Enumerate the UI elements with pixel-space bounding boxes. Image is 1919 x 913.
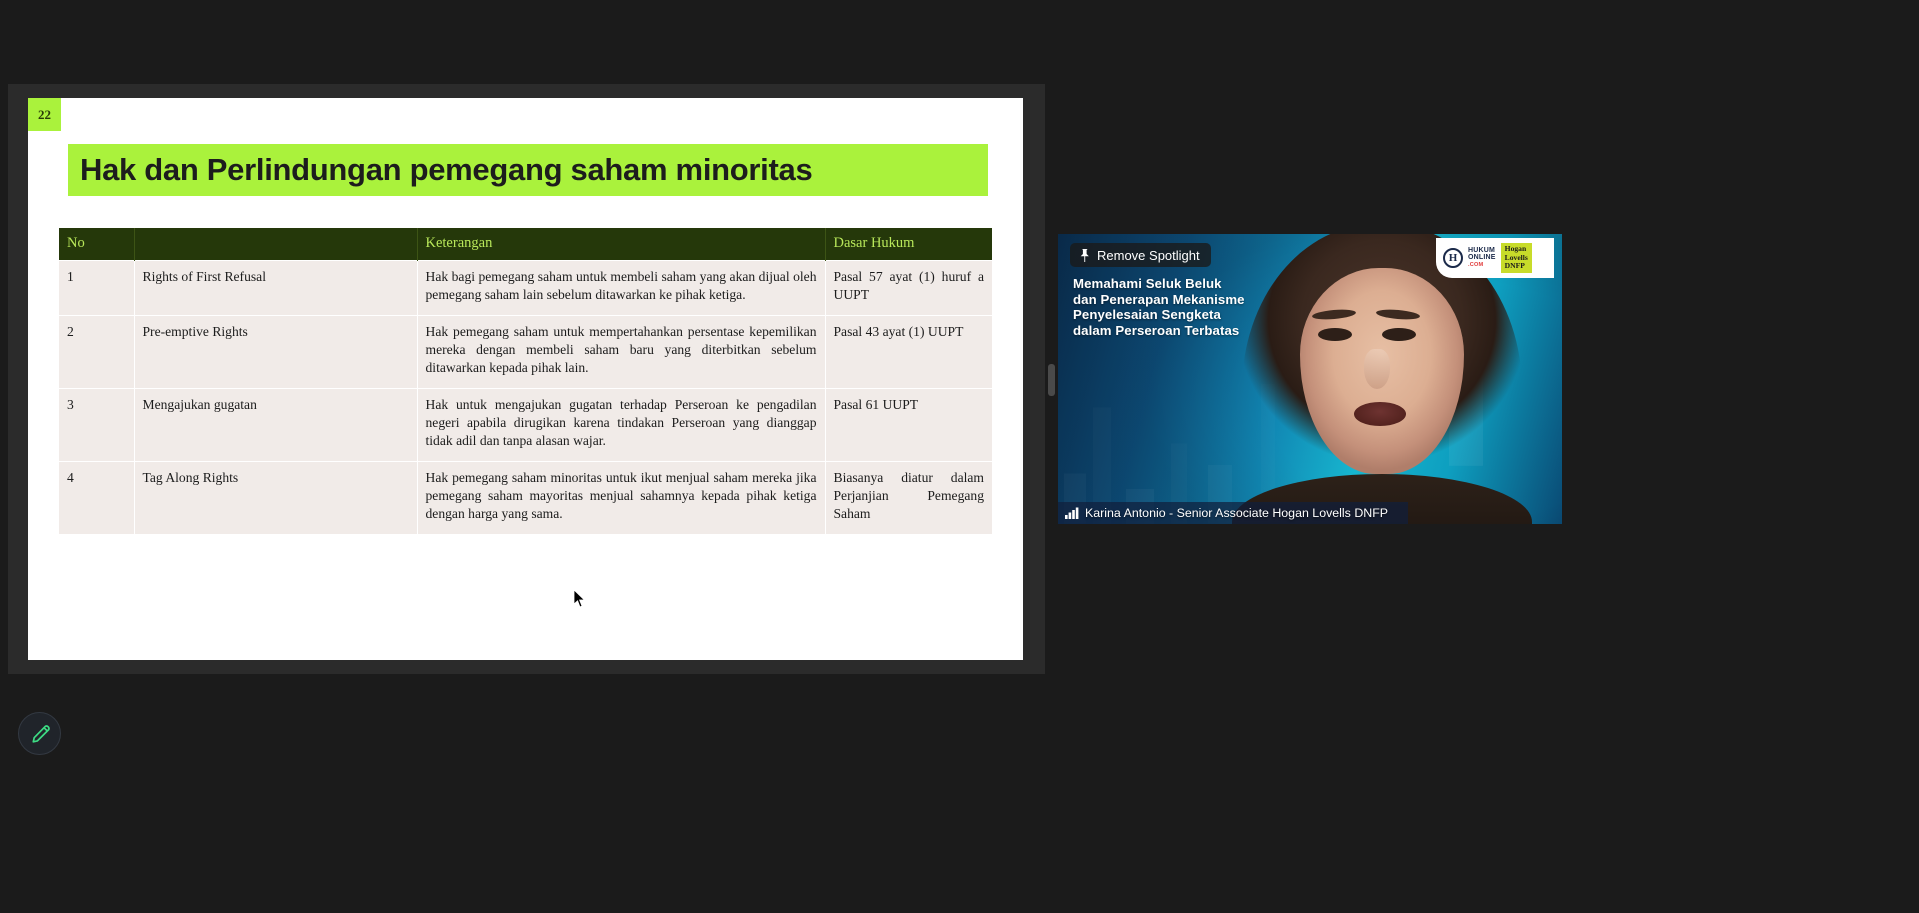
table-header: No Keterangan Dasar Hukum — [59, 228, 992, 261]
portrait-eye-right — [1382, 328, 1416, 341]
cell-keterangan: Hak pemegang saham untuk mempertahankan … — [417, 314, 826, 389]
rights-table: No Keterangan Dasar Hukum 1 Rights of Fi… — [59, 228, 992, 535]
cell-keterangan: Hak pemegang saham minoritas untuk ikut … — [417, 460, 826, 535]
headline-line-2: dan Penerapan Mekanisme — [1073, 291, 1245, 307]
cell-no: 4 — [59, 460, 135, 535]
participant-name-bar: Karina Antonio - Senior Associate Hogan … — [1058, 502, 1562, 524]
hogan-lovells-logo: Hogan Lovells DNFP — [1500, 243, 1532, 273]
hukumonline-line2: ONLINE — [1468, 254, 1496, 262]
column-header-term — [134, 228, 418, 261]
pin-icon — [1080, 248, 1089, 262]
slide-title-band: Hak dan Perlindungan pemegang saham mino… — [68, 144, 988, 196]
screen-share-stage: 22 Hak dan Perlindungan pemegang saham m… — [8, 84, 1045, 674]
annotate-button[interactable] — [18, 712, 61, 755]
table-row: 3 Mengajukan gugatan Hak untuk mengajuka… — [59, 387, 992, 462]
cell-no: 3 — [59, 387, 135, 462]
slide-table-wrapper: No Keterangan Dasar Hukum 1 Rights of Fi… — [59, 228, 992, 535]
mouse-cursor-icon — [574, 590, 586, 608]
cell-dasar-hukum: Pasal 61 UUPT — [825, 387, 992, 462]
hukumonline-line1: HUKUM — [1468, 246, 1496, 254]
brand-logo-card: H HUKUM ONLINE .COM Hogan Lovells DNFP — [1436, 238, 1554, 278]
remove-spotlight-label: Remove Spotlight — [1097, 247, 1200, 263]
table-row: 1 Rights of First Refusal Hak bagi pemeg… — [59, 260, 992, 316]
cell-no: 2 — [59, 314, 135, 389]
hukumonline-wordmark: HUKUM ONLINE .COM — [1468, 247, 1496, 270]
portrait-nose — [1364, 349, 1390, 389]
cell-term: Tag Along Rights — [134, 460, 418, 535]
cell-dasar-hukum: Biasanya diatur dalam Perjanjian Pemegan… — [825, 460, 992, 535]
headline-line-4: dalam Perseroan Terbatas — [1073, 322, 1240, 338]
cell-term: Mengajukan gugatan — [134, 387, 418, 462]
table-body: 1 Rights of First Refusal Hak bagi pemeg… — [59, 260, 992, 535]
cell-dasar-hukum: Pasal 43 ayat (1) UUPT — [825, 314, 992, 389]
headline-line-1: Memahami Seluk Beluk — [1073, 276, 1222, 291]
table-row: 2 Pre-emptive Rights Hak pemegang saham … — [59, 314, 992, 389]
cell-dasar-hukum: Pasal 57 ayat (1) huruf a UUPT — [825, 260, 992, 316]
participant-name-label: Karina Antonio - Senior Associate Hogan … — [1085, 506, 1389, 520]
remove-spotlight-button[interactable]: Remove Spotlight — [1070, 243, 1211, 267]
table-header-row: No Keterangan Dasar Hukum — [59, 228, 992, 261]
hukumonline-line3: .COM — [1468, 261, 1484, 268]
column-header-keterangan: Keterangan — [417, 228, 826, 261]
column-header-dasar-hukum: Dasar Hukum — [825, 228, 992, 261]
column-header-no: No — [59, 228, 135, 261]
participant-video-tile[interactable]: H HUKUM ONLINE .COM Hogan Lovells DNFP R… — [1058, 234, 1562, 524]
cell-term: Rights of First Refusal — [134, 260, 418, 316]
cell-term: Pre-emptive Rights — [134, 314, 418, 389]
portrait-mouth — [1354, 402, 1406, 426]
cell-no: 1 — [59, 260, 135, 316]
headline-line-3: Penyelesaian Sengketa — [1073, 307, 1221, 323]
hogan-line3: DNFP — [1504, 261, 1525, 271]
presentation-slide: 22 Hak dan Perlindungan pemegang saham m… — [28, 98, 1023, 660]
table-row: 4 Tag Along Rights Hak pemegang saham mi… — [59, 460, 992, 535]
signal-bars-icon — [1065, 507, 1079, 519]
slide-page-number: 22 — [28, 98, 61, 131]
portrait-eye-left — [1318, 328, 1352, 341]
pencil-icon — [31, 724, 50, 743]
panel-drag-handle[interactable] — [1048, 364, 1055, 396]
video-headline-overlay: Memahami Seluk Beluk dan Penerapan Mekan… — [1073, 276, 1245, 338]
cell-keterangan: Hak untuk mengajukan gugatan terhadap Pe… — [417, 387, 826, 462]
cell-keterangan: Hak bagi pemegang saham untuk membeli sa… — [417, 260, 826, 316]
hukumonline-logo-icon: H — [1443, 248, 1463, 268]
app-root: 22 Hak dan Perlindungan pemegang saham m… — [0, 0, 1919, 913]
page-title: Hak dan Perlindungan pemegang saham mino… — [80, 152, 813, 187]
